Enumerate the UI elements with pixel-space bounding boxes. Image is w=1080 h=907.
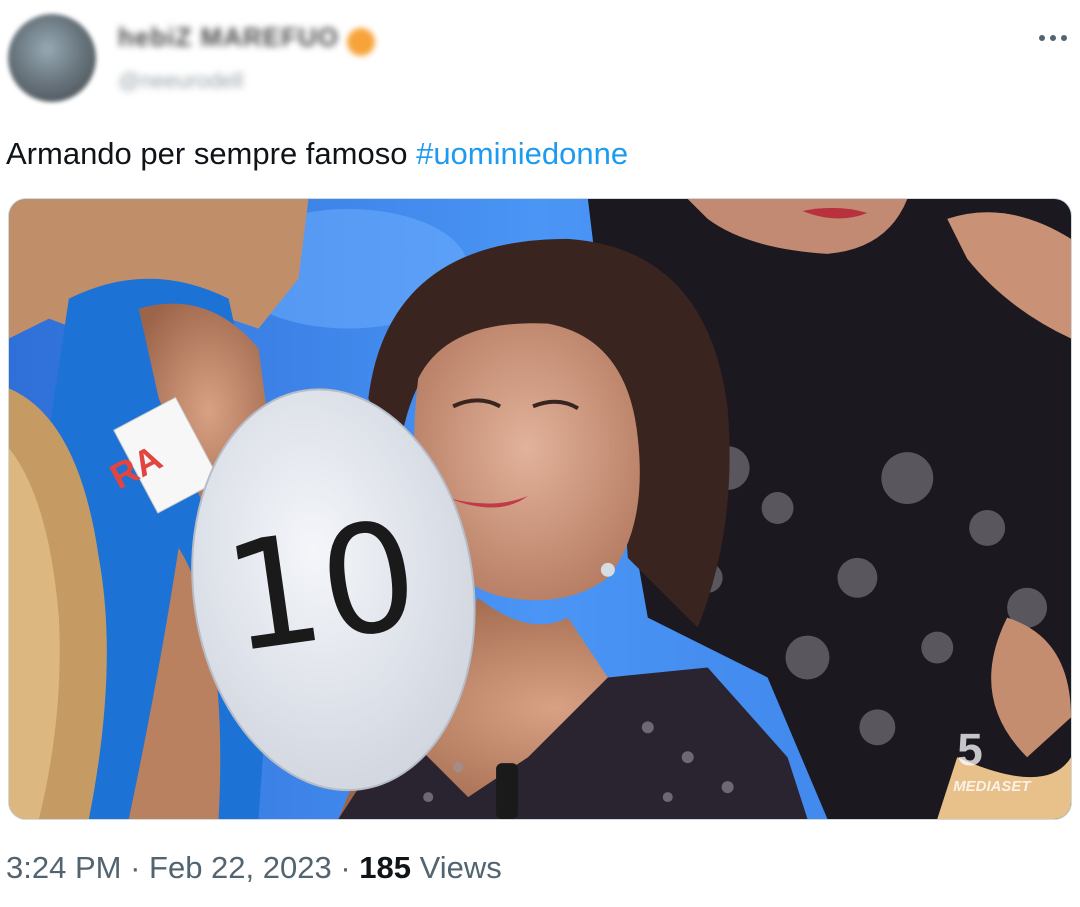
avatar[interactable] bbox=[8, 14, 96, 102]
author-block: hebiZ MAREFUO @neeurodell bbox=[118, 22, 376, 94]
more-options-button[interactable] bbox=[1030, 26, 1076, 50]
earring bbox=[600, 562, 615, 577]
studio-photo: RA 10 5 MEDIASET bbox=[9, 199, 1071, 819]
more-dot bbox=[1061, 35, 1067, 41]
tweet-time[interactable]: 3:24 PM bbox=[6, 850, 121, 885]
emoji-badge-icon bbox=[347, 27, 376, 56]
more-dot bbox=[1050, 35, 1056, 41]
author-display-name[interactable]: hebiZ MAREFUO bbox=[118, 22, 339, 53]
author-handle[interactable]: @neeurodell bbox=[118, 68, 375, 94]
tweet-body: Armando per sempre famoso bbox=[6, 136, 417, 171]
meta-separator: · bbox=[331, 850, 360, 885]
tweet-text: Armando per sempre famoso #uominiedonne bbox=[6, 134, 628, 174]
watermark-brand: MEDIASET bbox=[953, 778, 1032, 795]
tweet-date[interactable]: Feb 22, 2023 bbox=[149, 850, 332, 885]
meta-separator: · bbox=[121, 850, 150, 885]
microphone bbox=[496, 763, 519, 819]
more-horizontal-icon bbox=[1039, 35, 1045, 41]
tweet-media-image[interactable]: RA 10 5 MEDIASET bbox=[8, 198, 1072, 820]
tweet-meta: 3:24 PM · Feb 22, 2023 · 185 Views bbox=[6, 850, 502, 886]
watermark-channel: 5 bbox=[957, 723, 983, 775]
tweet: hebiZ MAREFUO @neeurodell Armando per se… bbox=[0, 0, 1080, 907]
views-label: Views bbox=[411, 850, 502, 885]
paddle-number: 10 bbox=[215, 488, 428, 687]
hashtag-link[interactable]: #uominiedonne bbox=[416, 136, 628, 171]
views-count: 185 bbox=[359, 850, 412, 885]
